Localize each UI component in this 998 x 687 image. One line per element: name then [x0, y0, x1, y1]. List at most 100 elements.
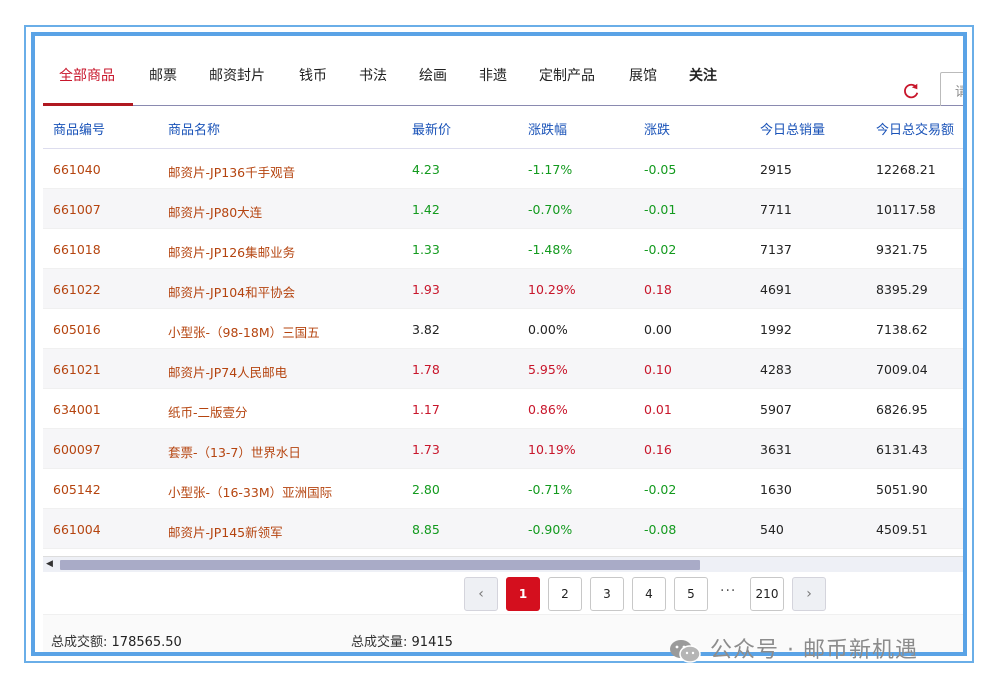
page-button-3[interactable]: 3 [590, 577, 624, 611]
product-code: 661004 [53, 522, 101, 537]
change-value: 0.16 [644, 442, 672, 457]
table-row[interactable]: 661021 邮资片-JP74人民邮电 1.78 5.95% 0.10 4283 7009.… [43, 349, 963, 389]
tab-stamps[interactable]: 邮票 [149, 65, 177, 85]
table-row[interactable]: 661018 邮资片-JP126集邮业务 1.33 -1.48% -0.02 7137 93… [43, 229, 963, 269]
product-name-link[interactable]: 套票-（13-7）世界水日 [168, 442, 301, 461]
change-percent: 0.86% [528, 402, 568, 417]
change-value: -0.08 [644, 522, 677, 537]
product-code: 661007 [53, 202, 101, 217]
latest-price: 1.73 [412, 442, 440, 457]
column-daily-amount[interactable]: 今日总交易额 [876, 119, 954, 138]
tab-custom-products[interactable]: 定制产品 [539, 65, 595, 85]
daily-amount: 7009.04 [876, 362, 928, 377]
product-code: 661021 [53, 362, 101, 377]
change-value: -0.01 [644, 202, 677, 217]
product-name-link[interactable]: 邮资片-JP126集邮业务 [168, 242, 295, 261]
tab-calligraphy[interactable]: 书法 [359, 65, 387, 85]
tab-coins[interactable]: 钱币 [299, 65, 327, 85]
search-input[interactable]: 请 [940, 72, 963, 108]
product-code: 600097 [53, 442, 101, 457]
tab-heritage[interactable]: 非遗 [479, 65, 507, 85]
table-row[interactable]: 605142 小型张-（16-33M）亚洲国际 2.80 -0.71% -0.02 163… [43, 469, 963, 509]
total-volume-value: 91415 [411, 635, 453, 650]
watermark: 公众号 · 邮币新机遇 [668, 632, 918, 663]
daily-amount: 8395.29 [876, 282, 928, 297]
daily-volume: 4691 [760, 282, 792, 297]
table-row[interactable]: 605016 小型张-（98-18M）三国五 3.82 0.00% 0.00 1992 71… [43, 309, 963, 349]
page-button-4[interactable]: 4 [632, 577, 666, 611]
next-page-button[interactable]: › [792, 577, 826, 611]
daily-amount: 5051.90 [876, 482, 928, 497]
column-change[interactable]: 涨跌 [644, 119, 670, 138]
column-name[interactable]: 商品名称 [168, 119, 220, 138]
change-percent: -0.70% [528, 202, 573, 217]
change-percent: -0.71% [528, 482, 573, 497]
tab-painting[interactable]: 绘画 [419, 65, 447, 85]
page-button-2[interactable]: 2 [548, 577, 582, 611]
table-row[interactable]: 661004 邮资片-JP145新领军 8.85 -0.90% -0.08 540 4509… [43, 509, 963, 549]
total-volume-label: 总成交量: [351, 635, 408, 650]
page-button-1[interactable]: 1 [506, 577, 540, 611]
daily-volume: 540 [760, 522, 784, 537]
change-percent: 10.29% [528, 282, 576, 297]
daily-amount: 9321.75 [876, 242, 928, 257]
product-name-link[interactable]: 小型张-（98-18M）三国五 [168, 322, 320, 341]
scrollbar-thumb[interactable] [60, 560, 700, 570]
page-button-last[interactable]: 210 [750, 577, 784, 611]
latest-price: 1.42 [412, 202, 440, 217]
product-name-link[interactable]: 邮资片-JP74人民邮电 [168, 362, 287, 381]
tab-all-products[interactable]: 全部商品 [59, 65, 115, 85]
product-name-link[interactable]: 邮资片-JP136千手观音 [168, 162, 295, 181]
daily-volume: 5907 [760, 402, 792, 417]
daily-volume: 1992 [760, 322, 792, 337]
product-name-link[interactable]: 纸币-二版壹分 [168, 402, 248, 421]
change-percent: 5.95% [528, 362, 568, 377]
page-ellipsis: ··· [720, 583, 737, 599]
product-code: 605142 [53, 482, 101, 497]
latest-price: 1.78 [412, 362, 440, 377]
table-row[interactable]: 661022 邮资片-JP104和平协会 1.93 10.29% 0.18 4691 839… [43, 269, 963, 309]
market-panel: 全部商品 邮票 邮资封片 钱币 书法 绘画 非遗 定制产品 展馆 关注 请 商品… [43, 36, 963, 652]
product-name-link[interactable]: 邮资片-JP104和平协会 [168, 282, 295, 301]
column-latest-price[interactable]: 最新价 [412, 119, 451, 138]
column-change-percent[interactable]: 涨跌幅 [528, 119, 567, 138]
latest-price: 1.17 [412, 402, 440, 417]
tab-postal-stationery[interactable]: 邮资封片 [209, 65, 265, 85]
change-value: -0.05 [644, 162, 677, 177]
table-row[interactable]: 634001 纸币-二版壹分 1.17 0.86% 0.01 5907 6826.95 [43, 389, 963, 429]
horizontal-scrollbar[interactable]: ◀ [43, 556, 963, 572]
change-value: 0.18 [644, 282, 672, 297]
product-name-link[interactable]: 邮资片-JP145新领军 [168, 522, 283, 541]
change-value: 0.00 [644, 322, 672, 337]
prev-page-button[interactable]: ‹ [464, 577, 498, 611]
latest-price: 1.93 [412, 282, 440, 297]
change-percent: -1.17% [528, 162, 573, 177]
column-code[interactable]: 商品编号 [53, 119, 105, 138]
change-percent: 0.00% [528, 322, 568, 337]
scroll-left-icon[interactable]: ◀ [46, 559, 53, 569]
daily-volume: 3631 [760, 442, 792, 457]
refresh-icon[interactable] [902, 82, 920, 100]
daily-amount: 4509.51 [876, 522, 928, 537]
product-code: 605016 [53, 322, 101, 337]
page-button-5[interactable]: 5 [674, 577, 708, 611]
total-amount-label: 总成交额: [51, 635, 108, 650]
table-row[interactable]: 661040 邮资片-JP136千手观音 4.23 -1.17% -0.05 2915 12… [43, 149, 963, 189]
tab-watchlist[interactable]: 关注 [689, 65, 717, 85]
table-row[interactable]: 661007 邮资片-JP80大连 1.42 -0.70% -0.01 7711 10117… [43, 189, 963, 229]
category-tabs: 全部商品 邮票 邮资封片 钱币 书法 绘画 非遗 定制产品 展馆 关注 请 [43, 54, 963, 108]
latest-price: 4.23 [412, 162, 440, 177]
column-daily-volume[interactable]: 今日总销量 [760, 119, 825, 138]
daily-amount: 7138.62 [876, 322, 928, 337]
daily-amount: 10117.58 [876, 202, 936, 217]
daily-volume: 7711 [760, 202, 792, 217]
product-name-link[interactable]: 邮资片-JP80大连 [168, 202, 262, 221]
tab-exhibition[interactable]: 展馆 [629, 65, 657, 85]
daily-volume: 1630 [760, 482, 792, 497]
daily-amount: 6826.95 [876, 402, 928, 417]
table-row[interactable]: 600097 套票-（13-7）世界水日 1.73 10.19% 0.16 3631 613… [43, 429, 963, 469]
daily-volume: 4283 [760, 362, 792, 377]
product-name-link[interactable]: 小型张-（16-33M）亚洲国际 [168, 482, 332, 501]
change-value: -0.02 [644, 242, 677, 257]
latest-price: 1.33 [412, 242, 440, 257]
